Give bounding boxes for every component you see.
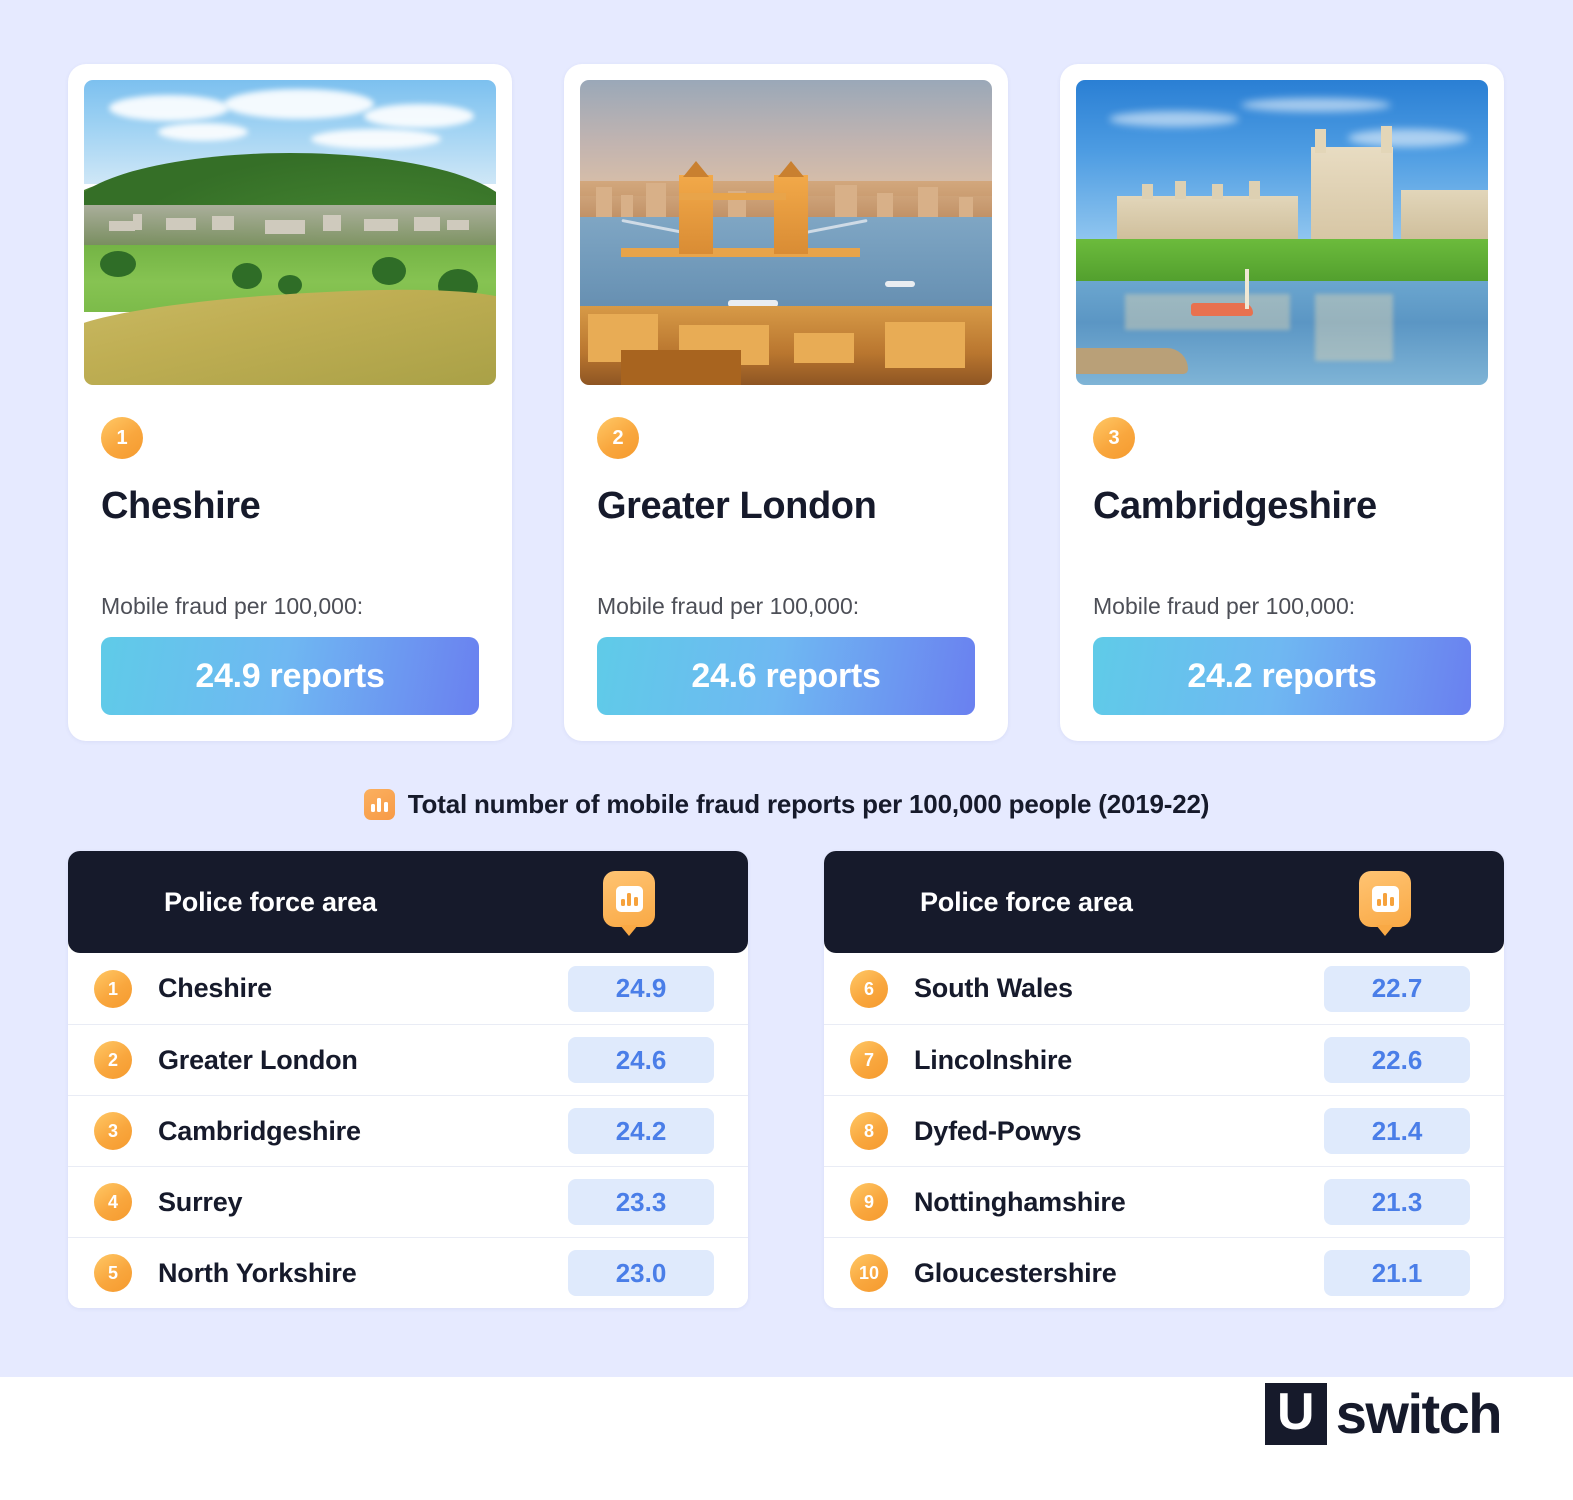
row-area-name: North Yorkshire [158, 1257, 357, 1288]
uswitch-logo[interactable]: U switch [1264, 1382, 1503, 1445]
bar-chart-badge-icon [1359, 871, 1411, 927]
row-value-pill: 23.0 [568, 1250, 714, 1296]
card-value-pill: 24.6 reports [597, 637, 975, 716]
table-row[interactable]: 1 Cheshire 24.9 [68, 953, 748, 1024]
infographic-root: 1 Cheshire Mobile fraud per 100,000: 24.… [0, 0, 1573, 1500]
table-header-label: Police force area [920, 886, 1133, 917]
row-rank-badge: 8 [850, 1112, 888, 1150]
row-area-name: Surrey [158, 1186, 243, 1217]
row-rank-badge: 5 [94, 1254, 132, 1292]
bar-chart-badge-icon [603, 871, 655, 927]
table-row[interactable]: 7 Lincolnshire 22.6 [824, 1024, 1504, 1095]
chart-caption: Total number of mobile fraud reports per… [0, 789, 1573, 820]
uswitch-logo-word: switch [1335, 1382, 1503, 1445]
card-value-pill: 24.2 reports [1093, 637, 1471, 716]
card-subtitle: Mobile fraud per 100,000: [1093, 592, 1356, 619]
bar-chart-icon [363, 789, 395, 820]
footer: U switch [0, 1377, 1573, 1500]
row-value-pill: 23.3 [568, 1179, 714, 1225]
row-area-name: Cambridgeshire [158, 1115, 361, 1146]
card-rank-badge: 3 [1093, 417, 1135, 459]
row-value-pill: 24.9 [568, 965, 714, 1012]
table-row[interactable]: 3 Cambridgeshire 24.2 [68, 1095, 748, 1166]
table-header-label: Police force area [164, 886, 377, 917]
ranking-table-6-10: Police force area 6 South Wales 22.7 7 L… [824, 851, 1504, 1308]
table-row[interactable]: 6 South Wales 22.7 [824, 953, 1504, 1024]
row-rank-badge: 3 [94, 1112, 132, 1150]
row-value-pill: 22.7 [1324, 965, 1470, 1012]
row-area-name: Dyfed-Powys [914, 1115, 1082, 1146]
table-row[interactable]: 8 Dyfed-Powys 21.4 [824, 1095, 1504, 1166]
row-rank-badge: 10 [850, 1254, 888, 1292]
table-row[interactable]: 10 Gloucestershire 21.1 [824, 1237, 1504, 1308]
city-card-greater-london[interactable]: 2 Greater London Mobile fraud per 100,00… [564, 64, 1008, 742]
row-value-pill: 21.3 [1324, 1179, 1470, 1225]
card-rank-badge: 1 [101, 417, 143, 459]
row-area-name: South Wales [914, 973, 1073, 1003]
row-rank-badge: 9 [850, 1183, 888, 1221]
card-title: Cambridgeshire [1093, 485, 1377, 527]
row-area-name: Lincolnshire [914, 1044, 1073, 1075]
row-area-name: Cheshire [158, 973, 272, 1003]
table-row[interactable]: 2 Greater London 24.6 [68, 1024, 748, 1095]
ranking-tables: Police force area 1 Cheshire 24.9 2 Grea… [68, 851, 1505, 1308]
chart-caption-text: Total number of mobile fraud reports per… [407, 789, 1210, 819]
row-rank-badge: 2 [94, 1041, 132, 1079]
kings-college-cambridge-photo [1076, 80, 1488, 385]
table-body: 1 Cheshire 24.9 2 Greater London 24.6 3 … [68, 953, 748, 1308]
row-value-pill: 21.4 [1324, 1108, 1470, 1154]
row-rank-badge: 6 [850, 969, 888, 1008]
table-header: Police force area [68, 851, 748, 953]
row-value-pill: 24.2 [568, 1108, 714, 1154]
card-value-pill: 24.9 reports [101, 637, 479, 716]
card-rank-badge: 2 [597, 417, 639, 459]
table-row[interactable]: 9 Nottinghamshire 21.3 [824, 1166, 1504, 1237]
city-card-cambridgeshire[interactable]: 3 Cambridgeshire Mobile fraud per 100,00… [1060, 64, 1504, 742]
table-header: Police force area [824, 851, 1504, 953]
tower-bridge-london-photo [580, 80, 992, 385]
table-row[interactable]: 5 North Yorkshire 23.0 [68, 1237, 748, 1308]
card-subtitle: Mobile fraud per 100,000: [597, 592, 860, 619]
row-area-name: Gloucestershire [914, 1257, 1117, 1288]
row-value-pill: 22.6 [1324, 1037, 1470, 1083]
table-body: 6 South Wales 22.7 7 Lincolnshire 22.6 8… [824, 953, 1504, 1308]
table-row[interactable]: 4 Surrey 23.3 [68, 1166, 748, 1237]
cheshire-countryside-photo [84, 80, 496, 385]
uswitch-logo-mark: U [1264, 1383, 1327, 1445]
row-rank-badge: 1 [94, 969, 132, 1008]
card-subtitle: Mobile fraud per 100,000: [101, 592, 364, 619]
card-title: Cheshire [101, 485, 261, 527]
row-rank-badge: 4 [94, 1183, 132, 1221]
row-rank-badge: 7 [850, 1041, 888, 1079]
row-value-pill: 21.1 [1324, 1250, 1470, 1296]
row-area-name: Nottinghamshire [914, 1186, 1126, 1217]
top-three-cards: 1 Cheshire Mobile fraud per 100,000: 24.… [68, 64, 1505, 742]
card-title: Greater London [597, 485, 877, 527]
ranking-table-1-5: Police force area 1 Cheshire 24.9 2 Grea… [68, 851, 748, 1308]
row-area-name: Greater London [158, 1044, 358, 1075]
row-value-pill: 24.6 [568, 1037, 714, 1083]
city-card-cheshire[interactable]: 1 Cheshire Mobile fraud per 100,000: 24.… [68, 64, 512, 742]
